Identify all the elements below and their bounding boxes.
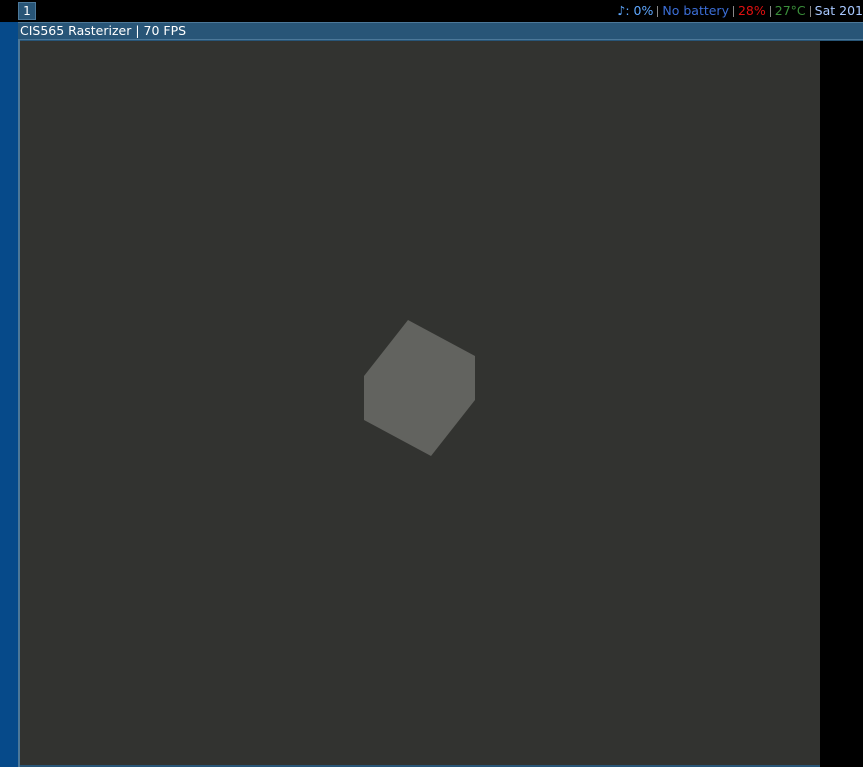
volume-status: ♪: 0% bbox=[617, 3, 654, 18]
desktop-left-strip bbox=[0, 22, 18, 767]
date-status: Sat 201 bbox=[814, 3, 863, 18]
status-bar: ♪: 0% No battery 28% 27°C Sat 201 bbox=[613, 0, 863, 22]
battery-status: No battery bbox=[662, 3, 729, 18]
temperature-status: 27°C bbox=[774, 3, 806, 18]
top-bar: 1 ♪: 0% No battery 28% 27°C Sat 201 bbox=[0, 0, 863, 22]
window-title[interactable]: CIS565 Rasterizer | 70 FPS bbox=[18, 22, 863, 40]
cpu-status: 28% bbox=[737, 3, 766, 18]
render-viewport[interactable] bbox=[20, 41, 820, 765]
unused-area bbox=[820, 41, 863, 767]
render-canvas bbox=[364, 320, 475, 456]
rendered-cube bbox=[364, 320, 475, 456]
workspace-button[interactable]: 1 bbox=[18, 2, 36, 20]
